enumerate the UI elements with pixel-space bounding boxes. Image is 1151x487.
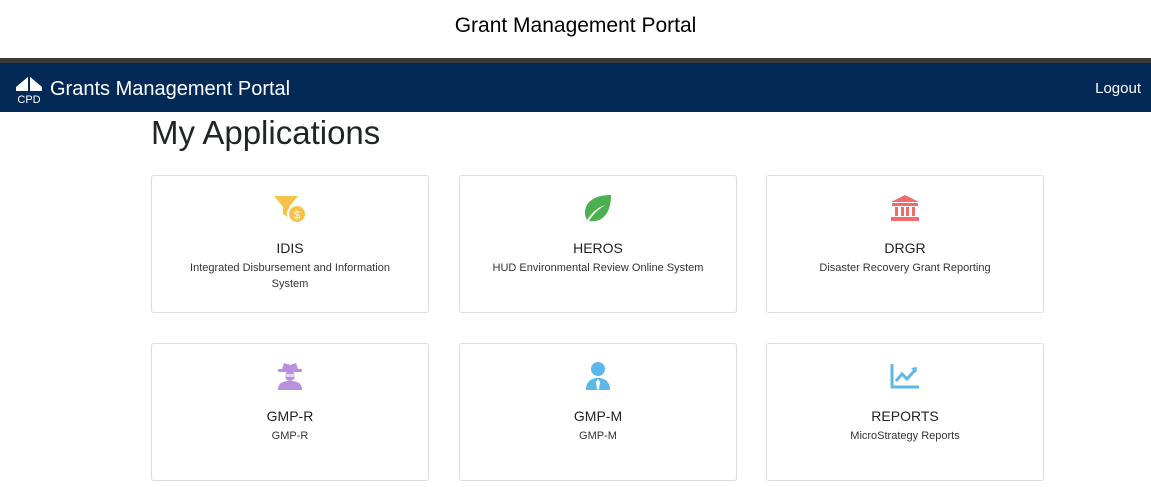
app-title: GMP-R <box>266 408 314 424</box>
app-title: HEROS <box>573 240 623 256</box>
brand-title: Grants Management Portal <box>50 78 291 100</box>
bank-icon <box>767 192 1043 224</box>
app-card-drgr[interactable]: DRGR Disaster Recovery Grant Reporting <box>766 175 1044 313</box>
page-caption: Grant Management Portal <box>454 14 697 37</box>
app-card-gmp-m[interactable]: GMP-M GMP-M <box>459 343 737 481</box>
app-description: GMP-M <box>579 430 617 442</box>
page-title: My Applications <box>151 114 381 151</box>
app-description: MicroStrategy Reports <box>850 430 960 442</box>
user-tie-icon <box>460 360 736 392</box>
app-title: DRGR <box>884 240 926 256</box>
app-title: IDIS <box>276 240 304 256</box>
svg-text:$: $ <box>294 210 300 222</box>
app-title: REPORTS <box>871 408 939 424</box>
brand-link[interactable]: CPD Grants Management Portal <box>14 73 290 105</box>
leaf-icon <box>460 192 736 224</box>
app-description: HUD Environmental Review Online System <box>492 262 704 274</box>
app-card-heros[interactable]: HEROS HUD Environmental Review Online Sy… <box>459 175 737 313</box>
app-description: Disaster Recovery Grant Reporting <box>819 262 991 274</box>
user-secret-icon <box>152 360 428 392</box>
logout-link[interactable]: Logout <box>1095 74 1141 104</box>
app-card-idis[interactable]: $ IDIS Integrated Disbursement and Infor… <box>151 175 429 313</box>
cpd-logo-icon: CPD <box>16 75 42 105</box>
top-navbar: CPD Grants Management Portal Logout <box>0 58 1151 112</box>
chart-line-icon <box>767 360 1043 392</box>
app-card-gmp-r[interactable]: GMP-R GMP-R <box>151 343 429 481</box>
brand-logo-text: CPD <box>17 94 40 105</box>
app-description: GMP-R <box>271 430 309 442</box>
app-title: GMP-M <box>573 408 623 424</box>
app-card-reports[interactable]: REPORTS MicroStrategy Reports <box>766 343 1044 481</box>
app-description: Integrated Disbursement and Information … <box>190 262 390 290</box>
funnel-dollar-icon: $ <box>152 192 428 224</box>
